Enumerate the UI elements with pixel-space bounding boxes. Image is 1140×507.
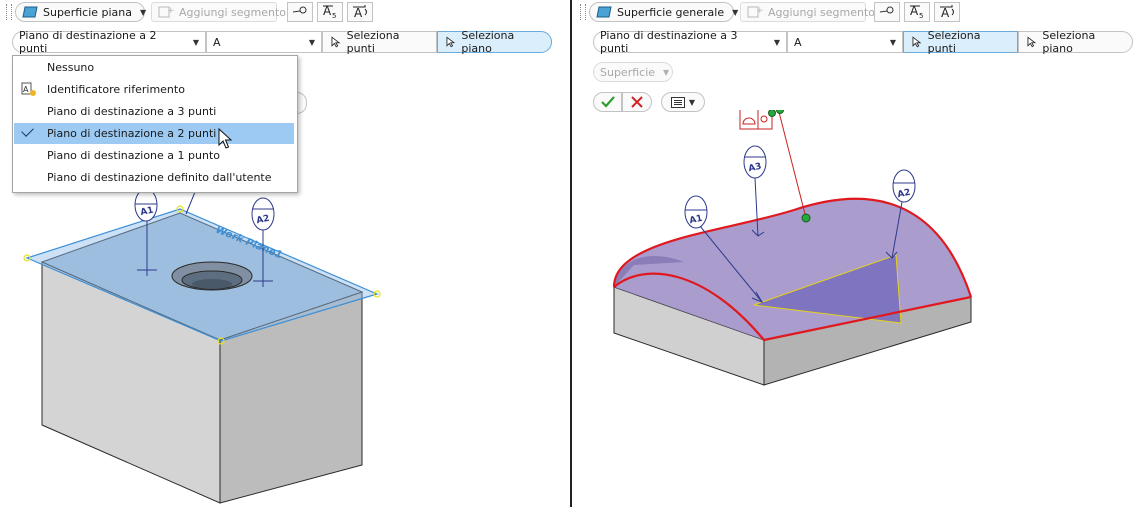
surface-icon xyxy=(596,5,612,19)
destination-plane-combo[interactable]: Piano di destinazione a 2 punti ▼ xyxy=(12,29,206,55)
menu-item-none[interactable]: Nessuno xyxy=(14,57,294,78)
add-segment-button[interactable]: + Aggiungi segmento xyxy=(151,2,286,22)
toolbar-grip[interactable] xyxy=(580,4,586,20)
reference-combo[interactable]: A ▼ xyxy=(206,31,322,53)
surface-dropdown-label: Superficie xyxy=(600,65,656,79)
menu-item-label: Identificatore riferimento xyxy=(47,83,185,96)
svg-text:5: 5 xyxy=(919,12,923,19)
surface-type-label: Superficie piana xyxy=(43,5,133,19)
destination-plane-menu: Nessuno A Identificatore riferimento Pia… xyxy=(12,55,298,193)
ok-button[interactable] xyxy=(593,92,622,112)
select-points-label: Seleziona punti xyxy=(346,29,400,55)
svg-text:5: 5 xyxy=(332,12,336,19)
hole-bottom xyxy=(192,279,232,289)
checkmark-icon xyxy=(600,96,615,108)
menu-item-label: Piano di destinazione a 3 punti xyxy=(47,105,217,118)
mouse-pointer-icon xyxy=(218,128,233,149)
add-segment-label: Aggiungi segmento xyxy=(768,5,876,19)
destination-plane-value: Piano di destinazione a 3 punti xyxy=(600,29,738,55)
menu-item-2-point-plane[interactable]: Piano di destinazione a 2 punti xyxy=(14,123,294,144)
cancel-button[interactable] xyxy=(622,92,652,112)
surface-dropdown[interactable]: Superficie ▼ xyxy=(593,62,673,82)
svg-text:A: A xyxy=(941,6,950,19)
add-segment-button[interactable]: + Aggiungi segmento xyxy=(740,2,875,22)
text-size-icon: A5 xyxy=(321,3,339,22)
detach-button[interactable] xyxy=(287,2,313,22)
text-format-icon: A xyxy=(938,3,956,22)
reference-value: A xyxy=(213,35,221,49)
chevron-down-icon: ▼ xyxy=(773,37,780,47)
chevron-down-icon: ▼ xyxy=(889,37,896,47)
surface-icon xyxy=(22,5,38,19)
left-panel: Superficie piana ▼ + Aggiungi segmento A… xyxy=(0,0,568,507)
cursor-arrow-icon xyxy=(331,36,341,48)
list-icon xyxy=(670,96,685,108)
svg-text:A: A xyxy=(23,85,29,94)
add-segment-label: Aggiungi segmento xyxy=(179,5,287,19)
reference-value: A xyxy=(794,35,802,49)
viewport-left[interactable]: Work Plane1 A1 A2 xyxy=(0,190,568,507)
cursor-arrow-icon xyxy=(446,36,456,48)
menu-item-1-point-plane[interactable]: Piano di destinazione a 1 punto xyxy=(14,145,294,166)
toolbar-grip[interactable] xyxy=(6,4,12,20)
menu-item-label: Nessuno xyxy=(47,61,95,74)
detach-icon xyxy=(879,5,895,20)
select-points-button[interactable]: Seleziona punti xyxy=(903,29,1018,55)
text-size-button[interactable]: A5 xyxy=(904,2,930,22)
chevron-down-icon: ▼ xyxy=(663,67,670,77)
right-panel: Superficie generale ▼ + Aggiungi segment… xyxy=(574,0,1140,507)
svg-text:+: + xyxy=(167,6,174,16)
select-points-label: Seleziona punti xyxy=(927,29,981,55)
select-plane-label: Seleziona piano xyxy=(1042,29,1096,55)
svg-text:A: A xyxy=(354,6,363,19)
checkmark-icon xyxy=(21,124,34,137)
reference-identifier-icon: A xyxy=(21,82,37,100)
menu-item-3-point-plane[interactable]: Piano di destinazione a 3 punti xyxy=(14,101,294,122)
select-points-button[interactable]: Seleziona punti xyxy=(322,29,437,55)
menu-item-reference-identifier[interactable]: A Identificatore riferimento xyxy=(14,79,294,100)
main-toolbar: Superficie generale ▼ + Aggiungi segment… xyxy=(574,0,960,24)
cursor-arrow-icon xyxy=(1027,36,1037,48)
chevron-down-icon: ▼ xyxy=(688,97,696,107)
select-plane-label: Seleziona piano xyxy=(461,29,515,55)
menu-item-user-defined-plane[interactable]: Piano di destinazione definito dall'uten… xyxy=(14,167,294,188)
svg-text:+: + xyxy=(756,6,763,16)
surface-type-button[interactable]: Superficie piana ▼ xyxy=(15,2,147,22)
text-size-icon: A5 xyxy=(908,3,926,22)
chevron-down-icon: ▼ xyxy=(140,7,147,17)
add-segment-icon: + xyxy=(158,5,175,19)
text-format-button[interactable]: A xyxy=(347,2,373,22)
close-icon xyxy=(631,96,643,108)
add-segment-icon: + xyxy=(747,5,764,19)
chevron-down-icon: ▼ xyxy=(732,7,739,17)
text-format-icon: A xyxy=(351,3,369,22)
menu-item-label: Piano di destinazione a 2 punti xyxy=(47,127,217,140)
leader-line xyxy=(185,191,196,215)
select-plane-button[interactable]: Seleziona piano xyxy=(437,29,552,55)
options-menu-button[interactable]: ▼ xyxy=(661,92,705,112)
menu-item-label: Piano di destinazione definito dall'uten… xyxy=(47,171,272,184)
detach-button[interactable] xyxy=(874,2,900,22)
select-plane-button[interactable]: Seleziona piano xyxy=(1018,29,1133,55)
destination-plane-value: Piano di destinazione a 2 punti xyxy=(19,29,157,55)
destination-plane-combo[interactable]: Piano di destinazione a 3 punti ▼ xyxy=(593,29,787,55)
reference-combo[interactable]: A ▼ xyxy=(787,31,903,53)
cursor-arrow-icon xyxy=(912,36,922,48)
detach-icon xyxy=(292,5,308,20)
surface-type-button[interactable]: Superficie generale ▼ xyxy=(589,2,738,22)
viewport-right[interactable]: A1 A3 A2 xyxy=(574,110,1140,507)
surface-type-label: Superficie generale xyxy=(617,5,725,19)
chevron-down-icon: ▼ xyxy=(308,37,315,47)
text-size-button[interactable]: A5 xyxy=(317,2,343,22)
menu-item-label: Piano di destinazione a 1 punto xyxy=(47,149,220,162)
text-format-button[interactable]: A xyxy=(934,2,960,22)
chevron-down-icon: ▼ xyxy=(192,37,199,47)
main-toolbar: Superficie piana ▼ + Aggiungi segmento A… xyxy=(0,0,373,24)
